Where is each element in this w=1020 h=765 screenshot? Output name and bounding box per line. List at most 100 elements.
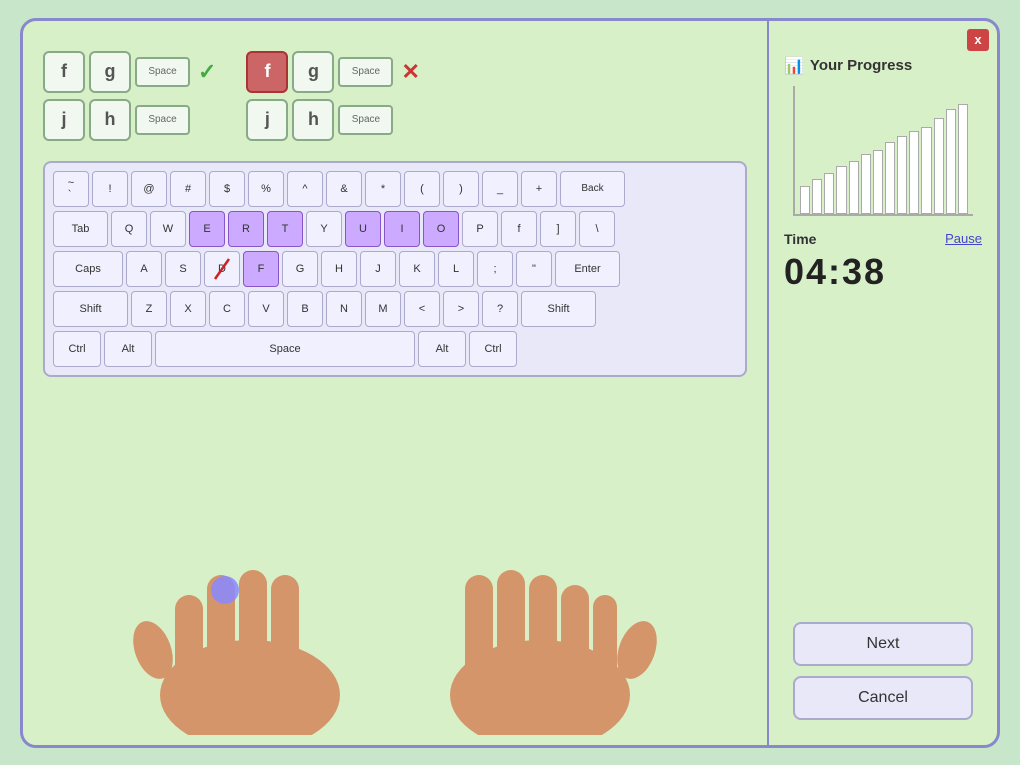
- key-2[interactable]: @: [131, 171, 167, 207]
- main-area: f g Space ✓ j h Space f g Space ✕: [23, 21, 767, 745]
- key-sequences: f g Space ✓ j h Space f g Space ✕: [43, 51, 747, 141]
- completed-row2: j h Space: [43, 99, 216, 141]
- kb-row-zxcv: Shift Z X C V B N M < > ? Shift: [53, 291, 737, 327]
- key-bracket-close[interactable]: ]: [540, 211, 576, 247]
- key-l[interactable]: L: [438, 251, 474, 287]
- time-label: Time: [784, 231, 816, 247]
- key-shift-right[interactable]: Shift: [521, 291, 596, 327]
- key-y[interactable]: Y: [306, 211, 342, 247]
- progress-bar-11: [934, 118, 944, 214]
- key-3[interactable]: #: [170, 171, 206, 207]
- progress-bar-13: [958, 104, 968, 214]
- next-button[interactable]: Next: [793, 622, 973, 666]
- key-ctrl-right[interactable]: Ctrl: [469, 331, 517, 367]
- key-semicolon[interactable]: ;: [477, 251, 513, 287]
- key-g-current: g: [292, 51, 334, 93]
- key-t[interactable]: T: [267, 211, 303, 247]
- current-row1: f g Space ✕: [246, 51, 419, 93]
- close-button[interactable]: x: [967, 29, 989, 51]
- key-v[interactable]: V: [248, 291, 284, 327]
- key-c[interactable]: C: [209, 291, 245, 327]
- key-alt-left[interactable]: Alt: [104, 331, 152, 367]
- key-7[interactable]: &: [326, 171, 362, 207]
- key-h[interactable]: H: [321, 251, 357, 287]
- key-backslash[interactable]: \: [579, 211, 615, 247]
- hands-wrapper: [43, 382, 747, 735]
- key-e[interactable]: E: [189, 211, 225, 247]
- key-shift-left[interactable]: Shift: [53, 291, 128, 327]
- key-g[interactable]: G: [282, 251, 318, 287]
- key-p[interactable]: P: [462, 211, 498, 247]
- key-tilde[interactable]: ~`: [53, 171, 89, 207]
- pause-button[interactable]: Pause: [945, 231, 982, 246]
- keyboard-container: ~` ! @ # $ % ^ & * ( ) _ + Back T: [43, 161, 747, 377]
- key-x[interactable]: X: [170, 291, 206, 327]
- key-q[interactable]: Q: [111, 211, 147, 247]
- key-b[interactable]: B: [287, 291, 323, 327]
- progress-bar-12: [946, 109, 956, 214]
- key-minus[interactable]: _: [482, 171, 518, 207]
- key-d[interactable]: D: [204, 251, 240, 287]
- progress-bar-5: [861, 154, 871, 214]
- key-k[interactable]: K: [399, 251, 435, 287]
- key-n[interactable]: N: [326, 291, 362, 327]
- key-j[interactable]: J: [360, 251, 396, 287]
- key-s[interactable]: S: [165, 251, 201, 287]
- key-slash[interactable]: ?: [482, 291, 518, 327]
- key-1[interactable]: !: [92, 171, 128, 207]
- key-space-keyboard[interactable]: Space: [155, 331, 415, 367]
- key-w[interactable]: W: [150, 211, 186, 247]
- key-alt-right[interactable]: Alt: [418, 331, 466, 367]
- key-a[interactable]: A: [126, 251, 162, 287]
- key-6[interactable]: ^: [287, 171, 323, 207]
- key-5[interactable]: %: [248, 171, 284, 207]
- progress-bar-4: [849, 161, 859, 214]
- check-mark-icon: ✓: [198, 59, 216, 85]
- progress-bar-7: [885, 142, 895, 214]
- key-9[interactable]: (: [404, 171, 440, 207]
- progress-bar-6: [873, 150, 883, 214]
- key-g-completed: g: [89, 51, 131, 93]
- key-8[interactable]: *: [365, 171, 401, 207]
- key-z[interactable]: Z: [131, 291, 167, 327]
- key-space2-current: Space: [338, 105, 393, 135]
- key-tab[interactable]: Tab: [53, 211, 108, 247]
- left-hand-svg: [115, 535, 385, 735]
- key-o[interactable]: O: [423, 211, 459, 247]
- key-quote[interactable]: ": [516, 251, 552, 287]
- progress-bar-0: [800, 186, 810, 214]
- key-m[interactable]: M: [365, 291, 401, 327]
- time-header: Time Pause: [784, 231, 982, 247]
- key-0[interactable]: ): [443, 171, 479, 207]
- key-j-completed: j: [43, 99, 85, 141]
- kb-row-bottom: Ctrl Alt Space Alt Ctrl: [53, 331, 737, 367]
- key-4[interactable]: $: [209, 171, 245, 207]
- progress-bar-2: [824, 173, 834, 214]
- key-r[interactable]: R: [228, 211, 264, 247]
- key-i[interactable]: I: [384, 211, 420, 247]
- current-row2: j h Space: [246, 99, 419, 141]
- key-equals[interactable]: +: [521, 171, 557, 207]
- key-caps[interactable]: Caps: [53, 251, 123, 287]
- finger-dot: [211, 576, 239, 604]
- app-container: f g Space ✓ j h Space f g Space ✕: [20, 18, 1000, 748]
- sidebar: x 📊 Your Progress Time Pause 04:38 Next …: [767, 21, 997, 745]
- key-u[interactable]: U: [345, 211, 381, 247]
- current-sequence: f g Space ✕ j h Space: [246, 51, 419, 141]
- slash-overlay: [205, 252, 239, 286]
- kb-row-qwerty: Tab Q W E R T Y U I O P f ] \: [53, 211, 737, 247]
- key-period[interactable]: >: [443, 291, 479, 327]
- key-f-keyboard[interactable]: F: [243, 251, 279, 287]
- cancel-button[interactable]: Cancel: [793, 676, 973, 720]
- key-h-completed: h: [89, 99, 131, 141]
- key-ctrl-left[interactable]: Ctrl: [53, 331, 101, 367]
- key-enter[interactable]: Enter: [555, 251, 620, 287]
- kb-row-numbers: ~` ! @ # $ % ^ & * ( ) _ + Back: [53, 171, 737, 207]
- progress-bar-10: [921, 127, 931, 214]
- key-comma[interactable]: <: [404, 291, 440, 327]
- key-backspace[interactable]: Back: [560, 171, 625, 207]
- x-mark-icon: ✕: [401, 59, 419, 85]
- key-bracket-open[interactable]: f: [501, 211, 537, 247]
- progress-title: Your Progress: [810, 57, 912, 74]
- time-section: Time Pause 04:38: [784, 231, 982, 293]
